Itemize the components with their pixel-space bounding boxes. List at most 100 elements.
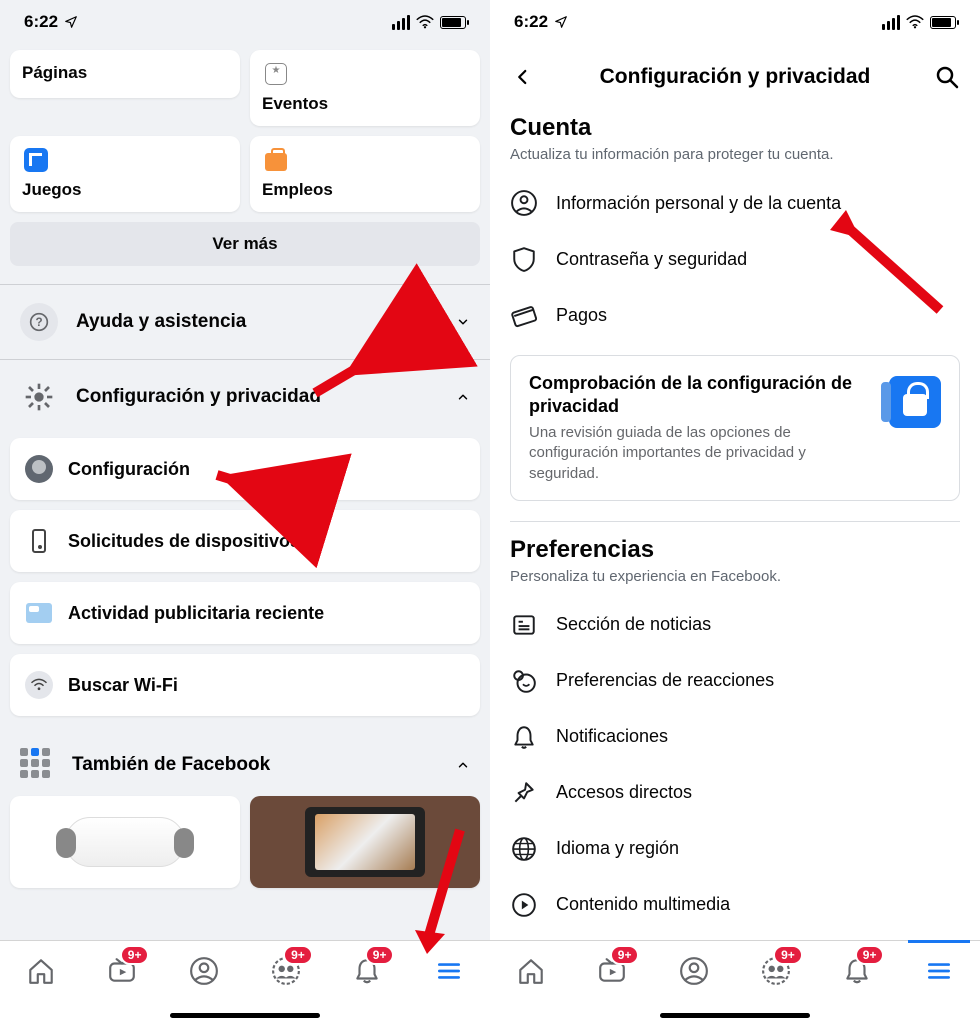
sublist-ad-activity[interactable]: Actividad publicitaria reciente xyxy=(10,582,480,644)
home-indicator xyxy=(170,1013,320,1018)
sublist-label: Solicitudes de dispositivos xyxy=(68,531,300,552)
badge: 9+ xyxy=(610,945,640,965)
card-icon xyxy=(510,301,538,329)
portal-card[interactable] xyxy=(250,796,480,888)
back-button[interactable] xyxy=(508,62,538,92)
chevron-up-icon xyxy=(456,758,470,772)
privacy-checkup-card[interactable]: Comprobación de la configuración de priv… xyxy=(510,355,960,501)
tab-notifications[interactable]: 9+ xyxy=(342,951,392,991)
row-language[interactable]: Idioma y región xyxy=(510,821,960,877)
sublist-configuration[interactable]: Configuración xyxy=(10,438,480,500)
location-icon xyxy=(64,15,78,29)
row-label: Contenido multimedia xyxy=(556,894,730,915)
oculus-image xyxy=(65,817,185,867)
bell-icon xyxy=(510,723,538,751)
promo-title: Comprobación de la configuración de priv… xyxy=(529,372,875,417)
svg-text:?: ? xyxy=(35,316,42,329)
bottom-tab-bar: 9+ 9+ 9+ xyxy=(490,940,980,1026)
row-label: Información personal y de la cuenta xyxy=(556,193,841,214)
chevron-up-icon xyxy=(456,390,470,404)
shortcut-label: Páginas xyxy=(22,63,228,83)
location-icon xyxy=(554,15,568,29)
chevron-left-icon xyxy=(514,68,532,86)
status-time: 6:22 xyxy=(24,12,58,32)
lock-shield-icon xyxy=(889,376,941,428)
calendar-icon xyxy=(262,60,290,88)
settings-privacy-row[interactable]: Configuración y privacidad xyxy=(0,359,490,434)
row-payments[interactable]: Pagos xyxy=(510,287,960,343)
help-label: Ayuda y asistencia xyxy=(76,311,438,333)
row-personal-info[interactable]: Información personal y de la cuenta xyxy=(510,175,960,231)
row-notifications[interactable]: Notificaciones xyxy=(510,709,960,765)
also-from-facebook-row[interactable]: También de Facebook xyxy=(0,730,490,792)
wifi-round-icon xyxy=(24,670,54,700)
section-preferences: Preferencias Personaliza tu experiencia … xyxy=(490,522,980,933)
page-title: Configuración y privacidad xyxy=(550,65,920,89)
gear-icon xyxy=(20,378,58,416)
profile-gear-icon xyxy=(24,454,54,484)
section-account: Cuenta Actualiza tu información para pro… xyxy=(490,100,980,343)
tab-menu[interactable] xyxy=(914,951,964,991)
shortcut-jobs[interactable]: Empleos xyxy=(250,136,480,212)
bottom-tab-bar: 9+ 9+ 9+ xyxy=(0,940,490,1026)
tab-menu[interactable] xyxy=(424,951,474,991)
status-time: 6:22 xyxy=(514,12,548,32)
row-label: Accesos directos xyxy=(556,782,692,803)
search-button[interactable] xyxy=(932,62,962,92)
home-indicator xyxy=(660,1013,810,1018)
pin-icon xyxy=(510,779,538,807)
games-icon xyxy=(22,146,50,174)
help-row[interactable]: ? Ayuda y asistencia xyxy=(0,284,490,359)
tab-home[interactable] xyxy=(506,951,556,991)
shortcut-label: Empleos xyxy=(262,180,468,200)
tab-groups[interactable]: 9+ xyxy=(261,951,311,991)
reactions-icon xyxy=(510,667,538,695)
nav-header: Configuración y privacidad xyxy=(490,44,980,100)
shortcut-pages[interactable]: Páginas xyxy=(10,50,240,98)
shortcut-games[interactable]: Juegos xyxy=(10,136,240,212)
tab-profile[interactable] xyxy=(669,951,719,991)
oculus-card[interactable] xyxy=(10,796,240,888)
tab-home[interactable] xyxy=(16,951,66,991)
row-label: Idioma y región xyxy=(556,838,679,859)
row-reaction-prefs[interactable]: Preferencias de reacciones xyxy=(510,653,960,709)
row-label: Preferencias de reacciones xyxy=(556,670,774,691)
tab-watch[interactable]: 9+ xyxy=(587,951,637,991)
section-desc: Actualiza tu información para proteger t… xyxy=(510,146,960,163)
tab-groups[interactable]: 9+ xyxy=(751,951,801,991)
battery-icon xyxy=(930,16,956,29)
row-shortcuts[interactable]: Accesos directos xyxy=(510,765,960,821)
row-label: Pagos xyxy=(556,305,607,326)
portal-image xyxy=(305,807,425,877)
left-phone-screen: 6:22 Páginas Eventos Juegos xyxy=(0,0,490,1026)
section-desc: Personaliza tu experiencia en Facebook. xyxy=(510,568,960,585)
also-from-label: También de Facebook xyxy=(72,754,438,776)
tab-watch[interactable]: 9+ xyxy=(97,951,147,991)
newsfeed-icon xyxy=(510,611,538,639)
row-media[interactable]: Contenido multimedia xyxy=(510,877,960,933)
wifi-icon xyxy=(416,15,434,29)
battery-icon xyxy=(440,16,466,29)
chevron-down-icon xyxy=(456,315,470,329)
sublist-find-wifi[interactable]: Buscar Wi-Fi xyxy=(10,654,480,716)
row-password-security[interactable]: Contraseña y seguridad xyxy=(510,231,960,287)
shortcut-label: Juegos xyxy=(22,180,228,200)
grid-apps-icon xyxy=(20,748,54,782)
sublist-device-requests[interactable]: Solicitudes de dispositivos xyxy=(10,510,480,572)
globe-icon xyxy=(510,835,538,863)
row-news-feed[interactable]: Sección de noticias xyxy=(510,597,960,653)
settings-sublist: Configuración Solicitudes de dispositivo… xyxy=(0,434,490,730)
tab-notifications[interactable]: 9+ xyxy=(832,951,882,991)
device-icon xyxy=(24,526,54,556)
status-bar: 6:22 xyxy=(490,0,980,44)
badge: 9+ xyxy=(365,945,395,965)
shortcut-events[interactable]: Eventos xyxy=(250,50,480,126)
sublist-label: Buscar Wi-Fi xyxy=(68,675,178,696)
tab-profile[interactable] xyxy=(179,951,229,991)
wifi-icon xyxy=(906,15,924,29)
cellular-icon xyxy=(882,15,900,30)
badge: 9+ xyxy=(855,945,885,965)
see-more-button[interactable]: Ver más xyxy=(10,222,480,266)
settings-privacy-label: Configuración y privacidad xyxy=(76,386,438,408)
section-title: Cuenta xyxy=(510,114,960,142)
